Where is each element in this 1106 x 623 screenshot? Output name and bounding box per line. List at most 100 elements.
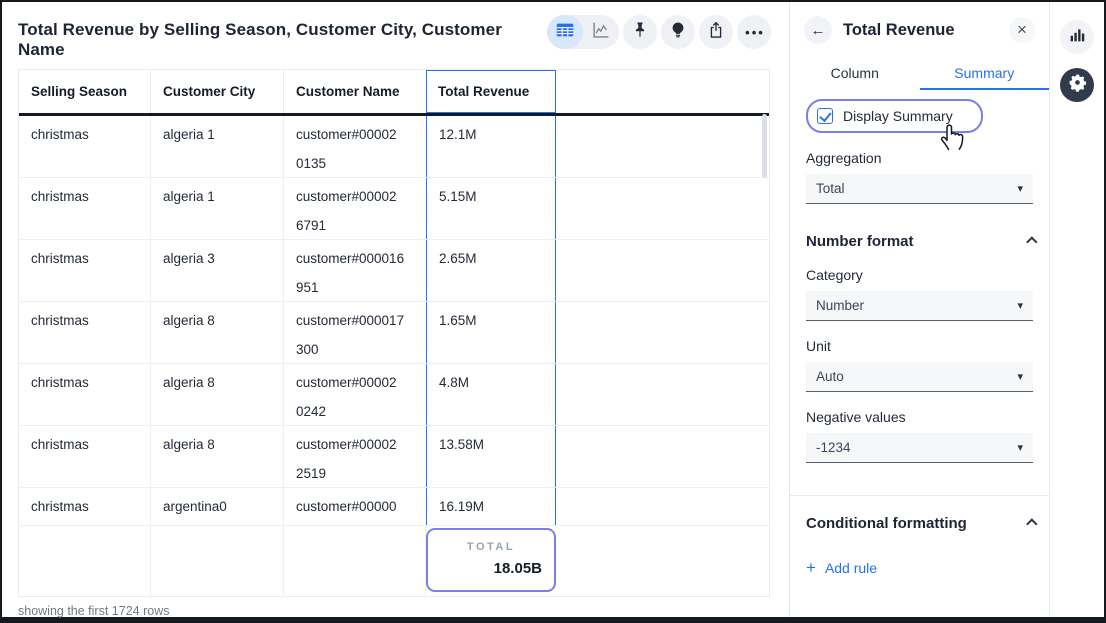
close-panel-button[interactable]: × — [1009, 17, 1035, 43]
display-summary-checkbox[interactable] — [817, 108, 833, 124]
unit-value: Auto — [816, 369, 844, 384]
line-chart-icon — [590, 19, 612, 46]
cell-city: algeria 8 — [151, 302, 284, 364]
panel-header: ← Total Revenue × — [790, 2, 1049, 44]
pin-button[interactable] — [623, 15, 657, 49]
add-rule-button[interactable]: + Add rule — [806, 558, 877, 578]
aggregation-value: Total — [816, 181, 845, 196]
cell-city: algeria 8 — [151, 426, 284, 488]
share-icon — [706, 20, 726, 45]
close-icon: × — [1017, 20, 1027, 40]
category-value: Number — [816, 298, 864, 313]
table-row[interactable]: christmas algeria 1 customer#000020135 1… — [19, 116, 769, 178]
insights-button[interactable] — [661, 15, 695, 49]
chevron-down-icon: ▾ — [1017, 299, 1023, 312]
total-label: TOTAL — [428, 541, 554, 553]
table-row[interactable]: christmas algeria 8 customer#000022519 1… — [19, 426, 769, 488]
table-row[interactable]: christmas algeria 8 customer#000017300 1… — [19, 302, 769, 364]
chevron-down-icon: ▾ — [1017, 370, 1023, 383]
cell-revenue: 16.19M — [426, 488, 556, 526]
table-row[interactable]: christmas argentina0 customer#00000 16.1… — [19, 488, 769, 526]
more-options-button[interactable]: ••• — [737, 15, 771, 49]
cell-customer: customer#000016951 — [284, 240, 426, 302]
results-table: Selling Season Customer City Customer Na… — [18, 69, 770, 597]
cell-empty — [556, 116, 769, 178]
summary-cell-empty — [284, 526, 426, 596]
conditional-formatting-section-header[interactable]: Conditional formatting — [806, 515, 1033, 532]
summary-row: TOTAL 18.05B — [19, 526, 769, 596]
cell-city: algeria 1 — [151, 116, 284, 178]
chevron-down-icon: ▾ — [1017, 182, 1023, 195]
table-row[interactable]: christmas algeria 1 customer#000026791 5… — [19, 178, 769, 240]
column-header-selling-season[interactable]: Selling Season — [19, 70, 151, 113]
cell-empty — [556, 488, 769, 526]
summary-cell-empty — [19, 526, 151, 596]
aggregation-dropdown[interactable]: Total ▾ — [806, 174, 1033, 204]
cell-customer: customer#000017300 — [284, 302, 426, 364]
row-count-note: showing the first 1724 rows — [18, 604, 169, 618]
table-row[interactable]: christmas algeria 3 customer#000016951 2… — [19, 240, 769, 302]
chevron-up-icon — [1026, 518, 1037, 529]
right-rail — [1049, 2, 1104, 617]
cell-revenue: 4.8M — [426, 364, 556, 426]
cell-revenue: 12.1M — [426, 116, 556, 178]
cell-empty — [556, 364, 769, 426]
table-header-row: Selling Season Customer City Customer Na… — [19, 70, 769, 116]
number-format-section-header[interactable]: Number format — [806, 233, 1033, 250]
cell-empty — [556, 302, 769, 364]
add-rule-label: Add rule — [825, 560, 877, 576]
column-header-customer-name[interactable]: Customer Name — [284, 70, 426, 113]
share-button[interactable] — [699, 15, 733, 49]
aggregation-label: Aggregation — [806, 150, 1033, 166]
table-scrollbar[interactable] — [762, 114, 767, 178]
cell-empty — [556, 426, 769, 488]
answer-toolbar: ••• — [547, 15, 771, 49]
cell-season: christmas — [19, 364, 151, 426]
negative-values-dropdown[interactable]: -1234 ▾ — [806, 433, 1033, 463]
page-title: Total Revenue by Selling Season, Custome… — [18, 15, 547, 60]
table-view-button[interactable] — [547, 15, 583, 49]
column-header-customer-city[interactable]: Customer City — [151, 70, 284, 113]
lightbulb-icon — [668, 20, 688, 45]
chart-config-button[interactable] — [1060, 20, 1094, 54]
chevron-down-icon: ▾ — [1017, 441, 1023, 454]
tab-summary[interactable]: Summary — [920, 57, 1050, 90]
panel-tabs: Column Summary — [790, 57, 1049, 90]
settings-button[interactable] — [1060, 68, 1094, 102]
plus-icon: + — [806, 558, 816, 578]
unit-dropdown[interactable]: Auto ▾ — [806, 362, 1033, 392]
cell-city: argentina0 — [151, 488, 284, 526]
summary-cell-empty — [556, 526, 769, 596]
cell-customer: customer#000022519 — [284, 426, 426, 488]
cell-empty — [556, 178, 769, 240]
tab-column[interactable]: Column — [790, 57, 920, 90]
gear-icon — [1068, 73, 1087, 97]
conditional-formatting-title: Conditional formatting — [806, 515, 967, 532]
chart-view-button[interactable] — [583, 15, 619, 49]
cell-revenue: 1.65M — [426, 302, 556, 364]
column-settings-panel: ← Total Revenue × Column Summary Display… — [789, 2, 1049, 617]
table-icon — [554, 19, 576, 46]
total-summary-box[interactable]: TOTAL 18.05B — [426, 528, 556, 592]
cell-revenue: 2.65M — [426, 240, 556, 302]
app-window: Total Revenue by Selling Season, Custome… — [2, 2, 1104, 617]
cell-customer: customer#000020242 — [284, 364, 426, 426]
panel-body: Display Summary Aggregation Total ▾ Numb… — [790, 90, 1049, 578]
divider — [790, 495, 1049, 496]
category-dropdown[interactable]: Number ▾ — [806, 291, 1033, 321]
hand-cursor-icon — [937, 120, 969, 157]
column-header-empty — [556, 70, 769, 113]
main-header: Total Revenue by Selling Season, Custome… — [2, 2, 789, 60]
summary-cell-empty — [151, 526, 284, 596]
back-arrow-icon: ← — [811, 22, 826, 39]
negative-values-label: Negative values — [806, 409, 1033, 425]
back-button[interactable]: ← — [804, 16, 832, 44]
cell-season: christmas — [19, 302, 151, 364]
view-switcher — [547, 15, 619, 49]
total-value: 18.05B — [428, 560, 554, 577]
cell-empty — [556, 240, 769, 302]
display-summary-highlight: Display Summary — [806, 99, 983, 133]
table-row[interactable]: christmas algeria 8 customer#000020242 4… — [19, 364, 769, 426]
column-header-total-revenue[interactable]: Total Revenue — [426, 70, 556, 113]
cell-season: christmas — [19, 116, 151, 178]
